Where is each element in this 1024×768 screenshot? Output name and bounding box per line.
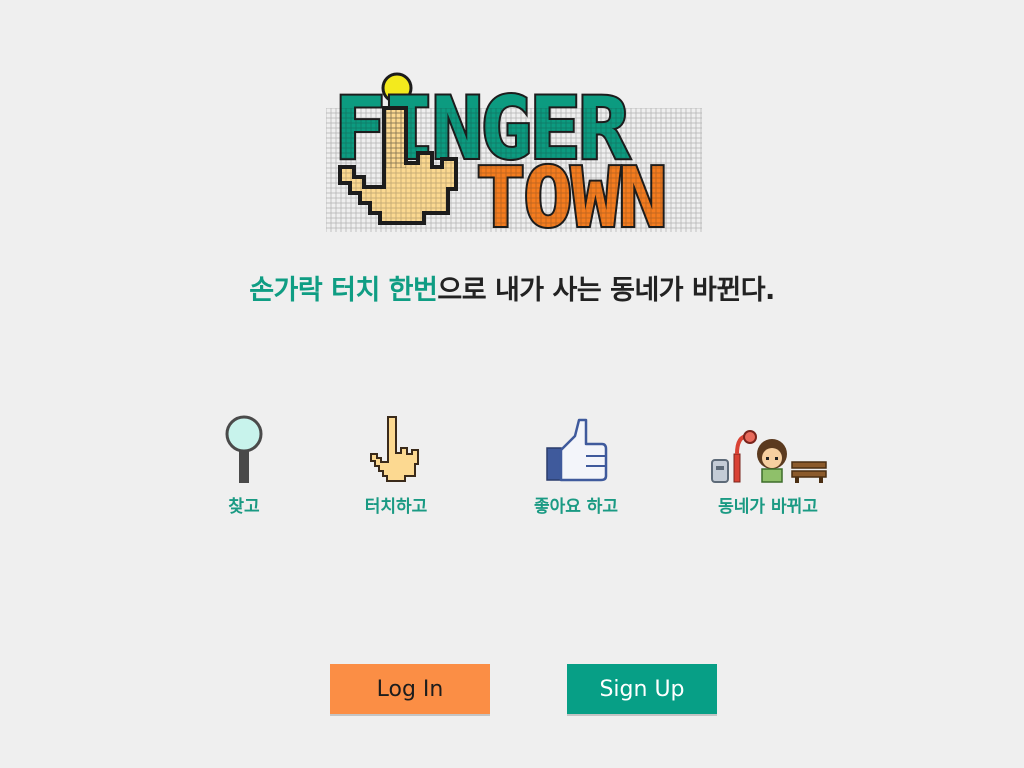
feature-touch: 터치하고 bbox=[316, 414, 476, 517]
thumbs-up-icon bbox=[546, 418, 608, 482]
tagline-highlight: 손가락 터치 한번 bbox=[249, 275, 438, 306]
pointing-hand-icon bbox=[370, 416, 419, 482]
feature-find-label: 찾고 bbox=[228, 497, 260, 517]
feature-find: 찾고 bbox=[164, 414, 324, 517]
magnifier-icon bbox=[225, 415, 263, 483]
finger-town-logo: FINGER TOWN bbox=[326, 72, 702, 232]
tagline: 손가락 터치 한번으로 내가 사는 동네가 바뀐다. bbox=[0, 268, 1024, 307]
tagline-rest: 으로 내가 사는 동네가 바뀐다. bbox=[437, 275, 775, 306]
town-scene-icon bbox=[711, 430, 827, 483]
login-button[interactable]: Log In bbox=[330, 664, 490, 714]
feature-town-label: 동네가 바뀌고 bbox=[718, 497, 818, 517]
feature-town: 동네가 바뀌고 bbox=[688, 414, 848, 517]
feature-like-label: 좋아요 하고 bbox=[533, 497, 619, 517]
feature-touch-label: 터치하고 bbox=[364, 497, 428, 517]
signup-button[interactable]: Sign Up bbox=[567, 664, 717, 714]
feature-like: 좋아요 하고 bbox=[496, 414, 656, 517]
